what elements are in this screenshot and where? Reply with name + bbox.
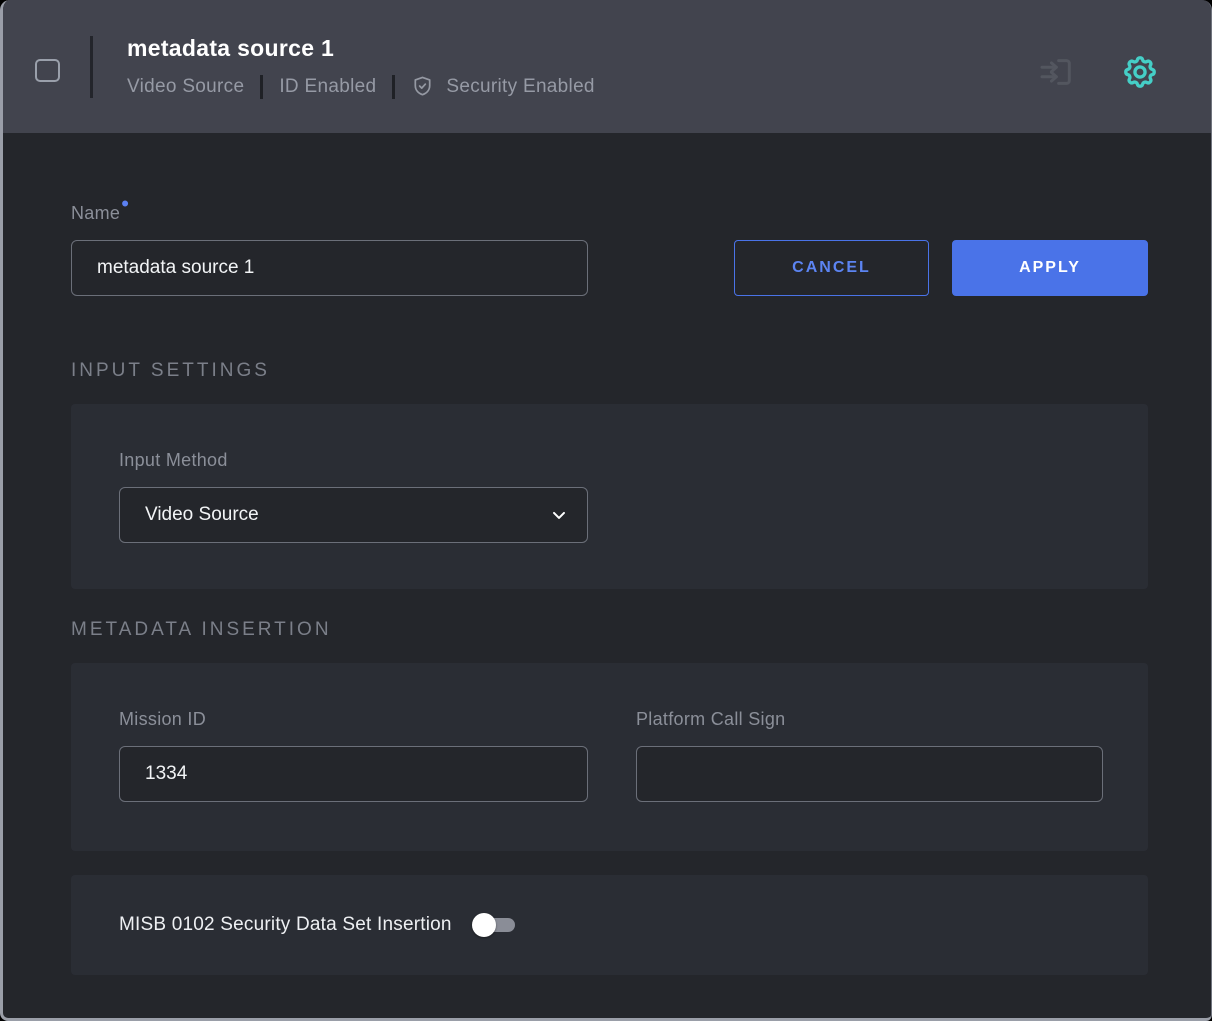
misb-toggle-label: MISB 0102 Security Data Set Insertion xyxy=(119,914,452,936)
metadata-source-panel: metadata source 1 Video Source ID Enable… xyxy=(0,0,1212,1021)
header-divider xyxy=(90,36,93,98)
toggle-knob xyxy=(472,913,496,937)
input-method-value: Video Source xyxy=(145,504,259,526)
status-divider xyxy=(260,75,263,99)
status-security-enabled: Security Enabled xyxy=(446,76,594,98)
mission-id-input[interactable] xyxy=(119,746,588,802)
platform-call-sign-input[interactable] xyxy=(636,746,1103,802)
status-divider xyxy=(392,75,395,99)
required-marker: • xyxy=(121,191,129,216)
page-title: metadata source 1 xyxy=(127,35,595,62)
name-section: Name• CANCEL APPLY xyxy=(71,199,1148,296)
metadata-insertion-title: METADATA INSERTION xyxy=(71,619,1148,641)
input-settings-panel: Input Method Video Source xyxy=(71,404,1148,589)
metadata-insertion-panel: Mission ID Platform Call Sign xyxy=(71,663,1148,851)
header-actions xyxy=(1035,51,1159,93)
settings-gear-icon[interactable] xyxy=(1121,53,1159,91)
status-row: Video Source ID Enabled Security Enabled xyxy=(127,75,595,99)
cancel-button[interactable]: CANCEL xyxy=(734,240,929,296)
misb-panel: MISB 0102 Security Data Set Insertion xyxy=(71,875,1148,975)
input-method-dropdown[interactable]: Video Source xyxy=(119,487,588,543)
platform-call-sign-field-group: Platform Call Sign xyxy=(636,709,1103,851)
name-input[interactable] xyxy=(71,240,588,296)
import-icon[interactable] xyxy=(1035,51,1077,93)
mission-id-field-group: Mission ID xyxy=(119,709,588,851)
header: metadata source 1 Video Source ID Enable… xyxy=(3,0,1211,133)
input-settings-title: INPUT SETTINGS xyxy=(71,360,1148,382)
mission-id-label: Mission ID xyxy=(119,709,588,730)
status-video-source: Video Source xyxy=(127,76,244,98)
content: Name• CANCEL APPLY INPUT SETTINGS Input … xyxy=(3,199,1211,975)
name-label: Name• xyxy=(71,199,1148,224)
misb-toggle-switch[interactable] xyxy=(472,913,516,937)
apply-button[interactable]: APPLY xyxy=(952,240,1148,296)
chevron-down-icon xyxy=(549,505,569,525)
platform-call-sign-label: Platform Call Sign xyxy=(636,709,1103,730)
shield-check-icon xyxy=(411,75,434,98)
action-buttons: CANCEL APPLY xyxy=(734,240,1148,296)
title-block: metadata source 1 Video Source ID Enable… xyxy=(127,35,595,99)
input-method-label: Input Method xyxy=(119,450,1100,471)
status-id-enabled: ID Enabled xyxy=(279,76,376,98)
select-checkbox[interactable] xyxy=(35,59,60,82)
